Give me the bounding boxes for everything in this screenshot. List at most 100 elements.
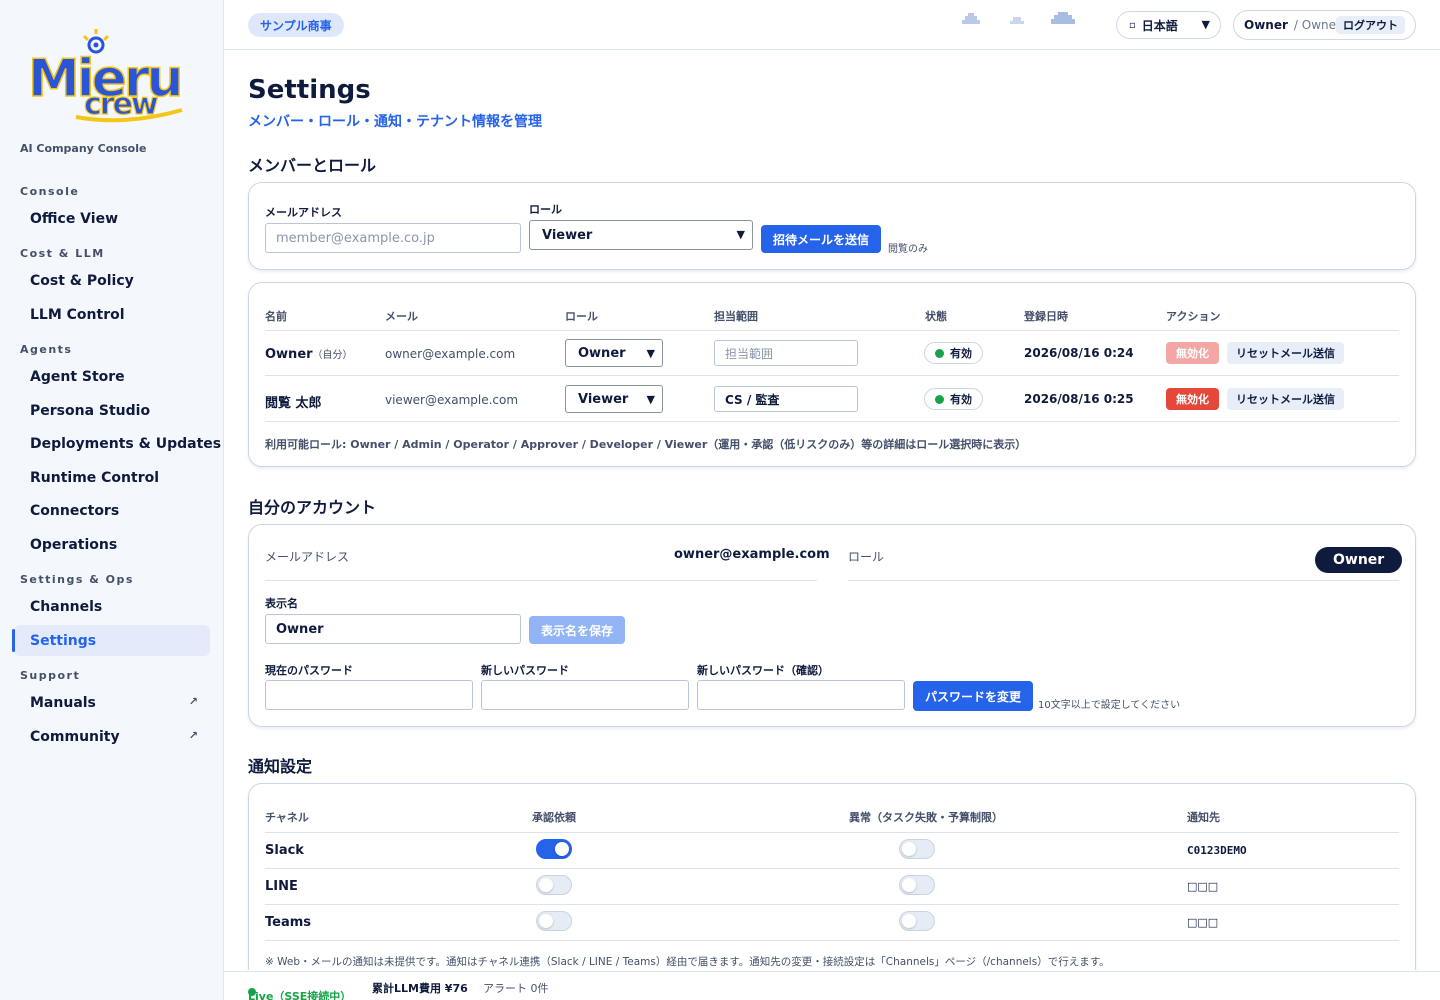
disable-button[interactable]: 無効化: [1166, 388, 1219, 410]
settings-page: Settings メンバー・ロール・通知・テナント情報を管理 メンバーとロール …: [224, 50, 1440, 970]
divider: [265, 375, 1399, 376]
invite-role-select[interactable]: Viewer ▼: [529, 220, 753, 250]
console-tagline: AI Company Console: [20, 142, 147, 155]
logout-button[interactable]: ログアウト: [1336, 16, 1405, 34]
user-name: Owner: [1244, 18, 1288, 32]
anomaly-toggle[interactable]: [899, 839, 935, 859]
reset-mail-button[interactable]: リセットメール送信: [1227, 342, 1344, 364]
nav-item-settings[interactable]: Settings: [12, 625, 210, 656]
column-header-registered: 登録日時: [1024, 310, 1068, 323]
nav-item-manuals-label: Manuals: [30, 694, 96, 711]
status-text: 有効: [950, 393, 972, 406]
member-role-select[interactable]: Owner ▼: [565, 339, 663, 367]
divider: [265, 580, 817, 581]
status-text: 有効: [950, 347, 972, 360]
current-password-input[interactable]: [265, 680, 473, 710]
chevron-down-icon: ▼: [646, 393, 655, 406]
column-header-scope: 担当範囲: [714, 310, 758, 323]
status-bar: Live（SSE接続中） 累計LLM費用 ¥76 アラート 0件: [224, 971, 1440, 1000]
display-name-input[interactable]: Owner: [265, 614, 521, 644]
member-role-value: Owner: [578, 345, 626, 361]
nav-item-runtime-control[interactable]: Runtime Control: [14, 462, 210, 493]
nav-item-community[interactable]: Community ↗: [14, 721, 210, 752]
member-registered: 2026/08/16 0:24: [1024, 346, 1134, 360]
nav-section-console: Console: [20, 185, 80, 198]
approval-toggle[interactable]: [536, 839, 572, 859]
new-password-input[interactable]: [481, 680, 689, 710]
members-heading: メンバーとロール: [248, 156, 377, 175]
member-role-select[interactable]: Viewer ▼: [565, 385, 663, 413]
user-menu: Owner / Owner ログアウト: [1233, 10, 1416, 40]
role-hint: 閲覧のみ: [888, 244, 928, 255]
page-subtitle: メンバー・ロール・通知・テナント情報を管理: [248, 114, 542, 130]
send-invite-button[interactable]: 招待メールを送信: [761, 225, 882, 253]
nav-section-support: Support: [20, 669, 81, 682]
column-header-email: メール: [385, 310, 418, 323]
mieru-crew-logo[interactable]: Mieru crew: [26, 24, 196, 124]
nav-item-llm-control[interactable]: LLM Control: [14, 299, 210, 330]
channel-name: Teams: [265, 915, 312, 930]
column-header-approval: 承認依頼: [532, 811, 576, 824]
globe-icon: ▫: [1129, 19, 1136, 31]
status-badge: 有効: [924, 342, 983, 364]
building-icon: [1010, 17, 1024, 24]
new-password-label: 新しいパスワード: [481, 664, 569, 677]
member-email: owner@example.com: [385, 347, 516, 361]
reset-mail-button[interactable]: リセットメール送信: [1227, 388, 1344, 410]
external-link-icon: ↗: [188, 729, 198, 742]
column-header-anomaly: 異常（タスク失敗・予算制限）: [849, 811, 1003, 824]
nav-item-operations[interactable]: Operations: [14, 529, 210, 560]
divider: [265, 940, 1399, 941]
channel-name: LINE: [265, 879, 298, 894]
chevron-down-icon: ▼: [736, 228, 745, 241]
invite-email-input[interactable]: member@example.co.jp: [265, 223, 521, 253]
self-tag: （自分）: [312, 350, 353, 361]
nav-item-deployments-updates[interactable]: Deployments & Updates: [14, 428, 221, 459]
nav-section-cost-llm: Cost & LLM: [20, 247, 105, 260]
nav-item-agent-store[interactable]: Agent Store: [14, 361, 210, 392]
notification-destination: □□□: [1187, 916, 1219, 929]
confirm-password-input[interactable]: [697, 680, 905, 710]
nav-item-office-view[interactable]: Office View: [14, 203, 210, 234]
nav-item-channels[interactable]: Channels: [14, 591, 210, 622]
status-badge: 有効: [924, 388, 983, 410]
notification-destination: C0123DEMO: [1187, 844, 1247, 857]
member-scope-input[interactable]: CS / 監査: [714, 386, 858, 412]
nav-item-community-label: Community: [30, 728, 120, 745]
topbar: サンプル商事 ▫ 日本語 ▼ Owner / Owner ログアウト: [224, 0, 1440, 50]
llm-cost: 累計LLM費用 ¥76: [372, 982, 468, 995]
live-status-text: Live（SSE接続中）: [248, 990, 352, 1000]
invite-role-label: ロール: [529, 203, 562, 216]
nav-item-persona-studio[interactable]: Persona Studio: [14, 395, 210, 426]
column-header-destination: 通知先: [1187, 811, 1220, 824]
chevron-down-icon: ▼: [1201, 18, 1210, 31]
notification-destination: □□□: [1187, 880, 1219, 893]
sidebar: Mieru crew AI Company Console Console Of…: [0, 0, 224, 1000]
save-display-name-button[interactable]: 表示名を保存: [529, 616, 626, 644]
account-email-value: owner@example.com: [674, 547, 830, 562]
approval-toggle[interactable]: [536, 911, 572, 931]
alert-count: アラート 0件: [483, 982, 549, 995]
external-link-icon: ↗: [188, 695, 198, 708]
nav-item-connectors[interactable]: Connectors: [14, 495, 210, 526]
approval-toggle[interactable]: [536, 875, 572, 895]
member-registered: 2026/08/16 0:25: [1024, 392, 1134, 406]
language-label: 日本語: [1141, 18, 1178, 33]
anomaly-toggle[interactable]: [899, 875, 935, 895]
nav-item-cost-policy[interactable]: Cost & Policy: [14, 265, 210, 296]
password-hint: 10文字以上で設定してください: [1038, 700, 1181, 711]
user-role: / Owner: [1293, 18, 1341, 32]
column-header-role: ロール: [565, 310, 598, 323]
nav-item-manuals[interactable]: Manuals ↗: [14, 687, 210, 718]
column-header-status: 状態: [925, 310, 947, 323]
divider: [265, 868, 1399, 869]
disable-button[interactable]: 無効化: [1166, 342, 1219, 364]
member-name: Owner（自分）: [265, 346, 353, 362]
invite-role-value: Viewer: [542, 227, 593, 243]
nav-section-settings-ops: Settings & Ops: [20, 573, 134, 586]
member-scope-input[interactable]: 担当範囲: [714, 340, 858, 366]
change-password-button[interactable]: パスワードを変更: [913, 681, 1034, 711]
language-select[interactable]: ▫ 日本語 ▼: [1116, 11, 1221, 39]
anomaly-toggle[interactable]: [899, 911, 935, 931]
tenant-badge[interactable]: サンプル商事: [248, 13, 344, 37]
